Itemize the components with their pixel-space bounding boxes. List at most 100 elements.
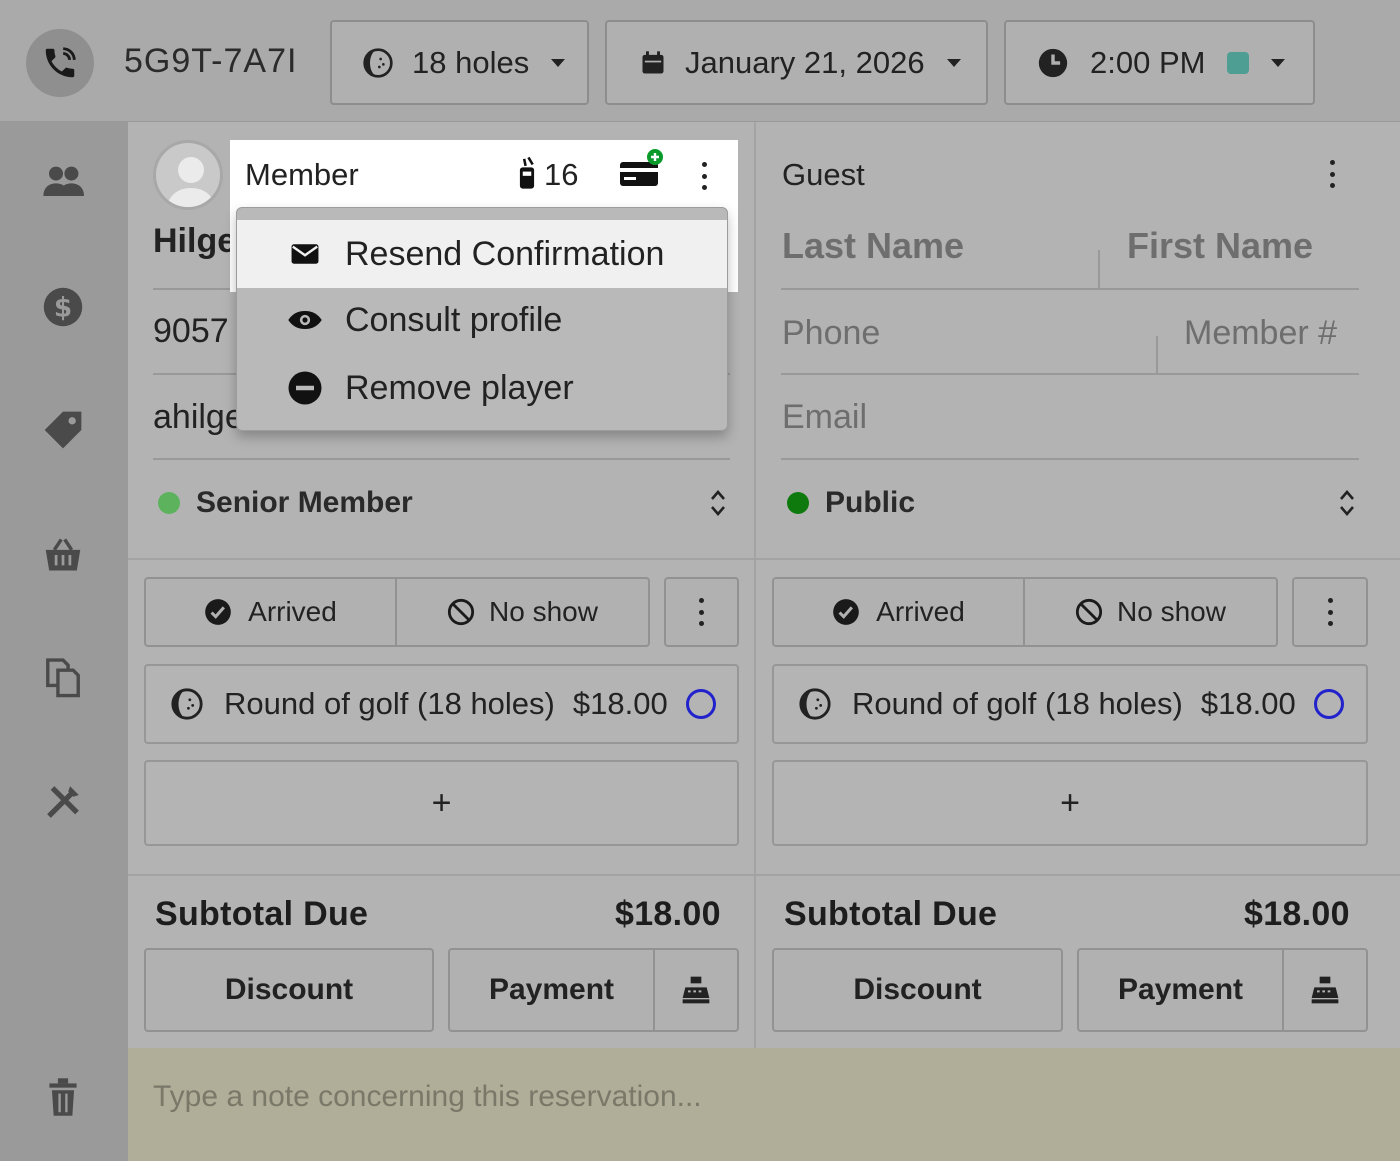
- phone-input[interactable]: Phone: [782, 314, 880, 353]
- golf-tools-icon[interactable]: [38, 777, 88, 827]
- field-underline: [781, 288, 1359, 290]
- field-underline: [153, 458, 730, 460]
- field-underline: [781, 458, 1359, 460]
- player1-type: Member: [245, 157, 359, 192]
- player1-email[interactable]: ahilge: [153, 398, 244, 437]
- player2-category[interactable]: Public: [825, 486, 915, 520]
- chevron-down-icon: [551, 58, 566, 67]
- menu-item-resend-confirmation[interactable]: Resend Confirmation: [237, 220, 727, 288]
- last-name-input[interactable]: Last Name: [782, 225, 964, 267]
- player2-type: Guest: [782, 157, 865, 192]
- time-select[interactable]: 2:00 PM: [1004, 20, 1315, 105]
- holes-select[interactable]: 18 holes: [330, 20, 589, 105]
- member-number-input[interactable]: Member #: [1184, 314, 1337, 353]
- chevron-down-icon: [1271, 58, 1286, 67]
- menu-item-consult-profile[interactable]: Consult profile: [237, 286, 727, 354]
- unpaid-circle-icon[interactable]: [1313, 689, 1344, 719]
- ban-icon: [447, 598, 475, 626]
- player1-name[interactable]: Hilge: [153, 222, 236, 261]
- avatar[interactable]: [153, 140, 223, 210]
- check-circle-icon: [833, 599, 859, 625]
- email-input[interactable]: Email: [782, 398, 867, 437]
- phone-icon: [45, 47, 76, 78]
- subtotal-value: $18.00: [1244, 895, 1350, 933]
- add-item-button[interactable]: +: [772, 760, 1368, 846]
- sidebar: $: [0, 122, 128, 1161]
- cash-register-icon: [682, 976, 710, 1004]
- phone-button[interactable]: [26, 29, 94, 97]
- clock-icon: [1038, 48, 1068, 77]
- kebab-icon: [698, 598, 706, 626]
- time-color-swatch: [1227, 51, 1250, 74]
- more-options-button[interactable]: [664, 577, 739, 647]
- date-select[interactable]: January 21, 2026: [605, 20, 988, 105]
- documents-icon[interactable]: [38, 652, 88, 702]
- dollar-icon[interactable]: $: [38, 282, 88, 332]
- cash-register-icon: [1311, 976, 1339, 1004]
- no-show-button[interactable]: No show: [395, 577, 650, 647]
- service-line[interactable]: Round of golf (18 holes) $18.00: [144, 664, 739, 744]
- subtotal-value: $18.00: [615, 895, 721, 933]
- register-button[interactable]: [1282, 948, 1368, 1032]
- kebab-icon: [1326, 598, 1334, 626]
- reservation-note-input[interactable]: Type a note concerning this reservation.…: [128, 1048, 1400, 1161]
- payment-button[interactable]: Payment: [448, 948, 655, 1032]
- subtotal-label: Subtotal Due: [155, 895, 369, 933]
- register-button[interactable]: [653, 948, 739, 1032]
- service-label: Round of golf (18 holes): [224, 686, 555, 721]
- service-price: $18.00: [1200, 686, 1296, 721]
- service-line[interactable]: Round of golf (18 holes) $18.00: [772, 664, 1368, 744]
- calendar-icon: [642, 50, 664, 73]
- updown-chevron-icon[interactable]: [1337, 487, 1357, 519]
- player-actions-menu: Resend Confirmation Consult profile Remo…: [236, 207, 728, 431]
- no-show-label: No show: [1117, 596, 1226, 627]
- menu-item-label: Consult profile: [345, 300, 563, 339]
- first-name-input[interactable]: First Name: [1127, 225, 1313, 267]
- ban-icon: [1075, 598, 1103, 626]
- eye-icon: [285, 309, 325, 331]
- users-icon[interactable]: [38, 157, 88, 207]
- golf-ball-icon: [171, 688, 203, 720]
- updown-chevron-icon[interactable]: [708, 487, 728, 519]
- note-placeholder: Type a note concerning this reservation.…: [153, 1080, 702, 1113]
- add-card-icon[interactable]: [618, 148, 664, 190]
- payment-button[interactable]: Payment: [1077, 948, 1284, 1032]
- check-circle-icon: [205, 599, 231, 625]
- player1-category[interactable]: Senior Member: [196, 486, 413, 520]
- date-value: January 21, 2026: [685, 44, 925, 80]
- chevron-down-icon: [946, 58, 961, 67]
- time-value: 2:00 PM: [1090, 44, 1206, 80]
- golf-bag-icon: [519, 156, 535, 189]
- bag-count: 16: [544, 157, 579, 192]
- unpaid-circle-icon[interactable]: [685, 689, 716, 719]
- menu-item-label: Resend Confirmation: [345, 234, 665, 273]
- status-dot: [158, 492, 180, 514]
- arrived-label: Arrived: [876, 596, 965, 627]
- basket-icon[interactable]: [38, 530, 88, 580]
- column-divider: [754, 122, 756, 1048]
- add-item-button[interactable]: +: [144, 760, 739, 846]
- holes-value: 18 holes: [412, 44, 530, 80]
- minus-circle-icon: [285, 370, 325, 406]
- tag-icon[interactable]: [38, 405, 88, 455]
- reservation-code: 5G9T-7A7I: [124, 42, 298, 80]
- field-separator: [1156, 336, 1158, 373]
- field-underline: [781, 373, 1359, 375]
- arrived-button[interactable]: Arrived: [772, 577, 1025, 647]
- player1-phone[interactable]: 9057: [153, 312, 229, 351]
- more-options-button[interactable]: [1292, 577, 1368, 647]
- menu-item-label: Remove player: [345, 368, 574, 407]
- arrived-button[interactable]: Arrived: [144, 577, 397, 647]
- no-show-button[interactable]: No show: [1023, 577, 1278, 647]
- kebab-icon[interactable]: [700, 162, 708, 190]
- kebab-icon[interactable]: [1328, 160, 1336, 188]
- svg-text:$: $: [54, 294, 72, 324]
- trash-icon[interactable]: [38, 1072, 88, 1122]
- golf-ball-icon: [363, 47, 393, 78]
- discount-button[interactable]: Discount: [144, 948, 434, 1032]
- menu-item-remove-player[interactable]: Remove player: [237, 354, 727, 422]
- discount-button[interactable]: Discount: [772, 948, 1063, 1032]
- service-price: $18.00: [572, 686, 668, 721]
- section-divider: [128, 874, 1400, 876]
- arrived-label: Arrived: [248, 596, 337, 627]
